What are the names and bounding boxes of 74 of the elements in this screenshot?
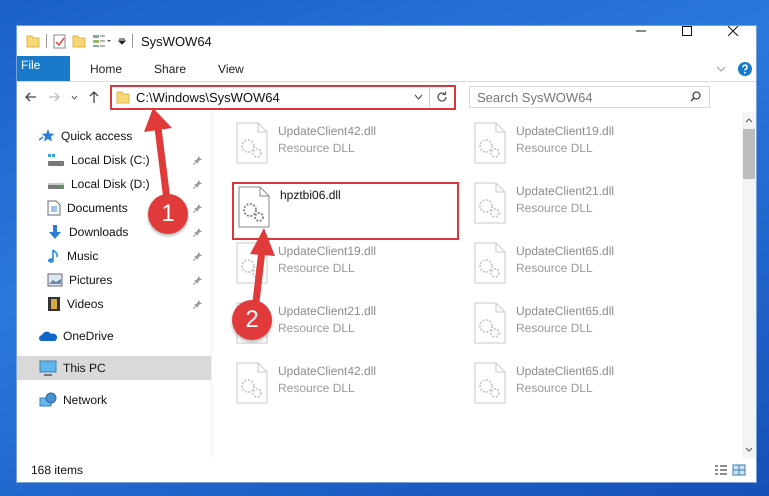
properties-icon[interactable]: [92, 34, 112, 48]
details-view-icon[interactable]: [714, 464, 728, 476]
sidebar-item[interactable]: Pictures: [69, 273, 112, 287]
file-type: Resource DLL: [516, 261, 594, 275]
checklist-icon[interactable]: [53, 34, 66, 48]
scroll-up-icon[interactable]: [745, 118, 753, 123]
dll-file-icon: [474, 242, 506, 284]
back-icon[interactable]: [25, 92, 37, 102]
refresh-icon[interactable]: [436, 91, 448, 103]
expand-ribbon-icon[interactable]: [716, 66, 726, 72]
scroll-down-icon[interactable]: [745, 447, 753, 452]
ribbon-tab[interactable]: Home: [78, 56, 134, 81]
folder-icon: [116, 90, 130, 104]
search-field[interactable]: Search SysWOW64: [469, 86, 710, 108]
sidebar-item-highlight[interactable]: This PC: [17, 356, 211, 380]
pin-icon[interactable]: [193, 203, 203, 213]
sidebar-item[interactable]: Music: [67, 249, 98, 263]
file-item[interactable]: hpztbi06.dll: [232, 182, 459, 240]
file-type: Resource DLL: [516, 381, 594, 395]
ribbon-tab[interactable]: View: [206, 56, 256, 81]
drive-icon: [47, 153, 65, 167]
scrollbar[interactable]: [742, 112, 756, 458]
cloud-icon: [39, 330, 57, 342]
file-type: Resource DLL: [278, 261, 356, 275]
ribbon-tab[interactable]: Share: [142, 56, 198, 81]
dropdown-icon[interactable]: [414, 94, 423, 100]
file-type: Resource DLL: [278, 141, 356, 155]
file-type: Resource DLL: [278, 321, 356, 335]
monitor-icon: [39, 360, 57, 376]
download-icon: [47, 224, 63, 240]
file-type: Resource DLL: [516, 141, 594, 155]
dll-file-icon: [474, 122, 506, 164]
pin-icon[interactable]: [193, 155, 203, 165]
pin-icon[interactable]: [193, 179, 203, 189]
sidebar-item[interactable]: Downloads: [69, 225, 128, 239]
pin-icon[interactable]: [193, 275, 203, 285]
file-type: Resource DLL: [516, 321, 594, 335]
search-icon: [690, 91, 701, 102]
customize-caret-icon[interactable]: [118, 37, 126, 45]
window-title: SysWOW64: [141, 34, 212, 48]
sidebar-item[interactable]: Local Disk (C:): [71, 153, 150, 167]
recent-caret-icon[interactable]: [71, 94, 78, 100]
dll-file-icon: [238, 186, 270, 228]
network-icon: [39, 392, 57, 408]
scrollbar-thumb[interactable]: [743, 129, 755, 179]
sidebar-item[interactable]: Videos: [67, 297, 104, 311]
pin-icon[interactable]: [193, 251, 203, 261]
film-icon: [47, 296, 61, 312]
address-field[interactable]: C:\Windows\SysWOW64: [110, 84, 456, 110]
file-type: Resource DLL: [516, 201, 594, 215]
dll-file-icon: [474, 182, 506, 224]
sidebar-item[interactable]: Network: [63, 393, 108, 407]
ribbon-tab[interactable]: File: [17, 56, 70, 81]
dll-file-icon: [236, 362, 268, 404]
dll-file-icon: [474, 362, 506, 404]
sidebar-item[interactable]: This PC: [63, 361, 106, 375]
sidebar-item[interactable]: Quick access: [61, 129, 132, 143]
pin-icon[interactable]: [193, 299, 203, 309]
dll-file-icon: [236, 122, 268, 164]
dll-file-icon: [474, 302, 506, 344]
item-count: 168 items: [31, 463, 84, 477]
document-icon: [47, 200, 61, 216]
tiles-view-icon[interactable]: [732, 464, 746, 476]
sidebar-item[interactable]: OneDrive: [63, 329, 114, 343]
up-icon[interactable]: [89, 91, 99, 103]
help-icon[interactable]: [738, 62, 752, 76]
file-name[interactable]: hpztbi06.dll: [280, 188, 341, 202]
sidebar-item[interactable]: Local Disk (D:): [71, 177, 150, 191]
star-icon: [39, 128, 55, 144]
file-type: Resource DLL: [278, 381, 356, 395]
picture-icon: [47, 273, 63, 287]
sidebar-item[interactable]: Documents: [67, 201, 128, 215]
music-note-icon: [47, 248, 61, 264]
pin-icon[interactable]: [193, 227, 203, 237]
